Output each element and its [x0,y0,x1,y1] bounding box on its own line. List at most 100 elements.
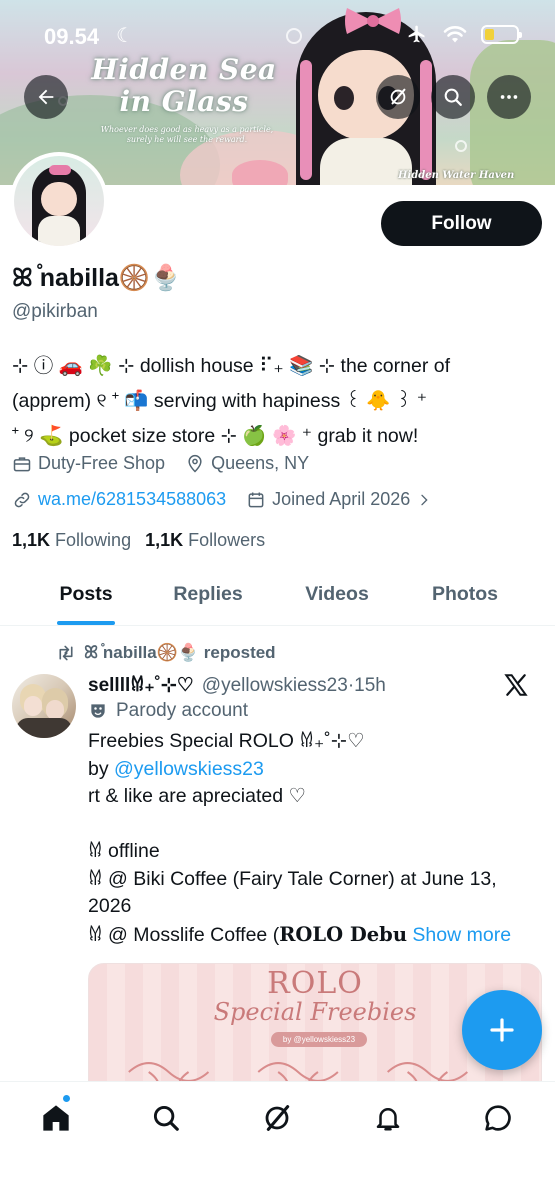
avatar-face [24,696,42,716]
follow-stats: 1,1K Following 1,1K Followers [12,530,265,551]
battery-level [485,28,494,40]
tab-photos[interactable]: Photos [430,570,500,625]
banner-shell [232,160,288,185]
bio-line: (apprem) ୧ ⁺ 📬 serving with hapiness ꒰ 🐥… [12,390,427,412]
avatar-face [46,700,64,720]
post-line-bold: 𝐑𝐎𝐋𝐎 𝐃𝐞𝐛𝐮 [279,922,407,946]
grok-button[interactable] [376,75,420,119]
post-line: rt & like are apreciated ♡ [88,785,306,807]
x-logo-icon [504,674,528,696]
post-author-handle: @yellowskiess23·15h [202,675,386,697]
post-author-name[interactable]: sellll𐀔₊˚⊹♡ [88,671,194,697]
more-horizontal-icon [500,95,518,99]
search-icon [444,88,462,106]
more-button[interactable] [487,75,531,119]
post-line-prefix: by [88,757,115,780]
post-handle-text: @yellowskiess23 [201,675,348,696]
tab-posts[interactable]: Posts [0,570,172,625]
post-time: 15h [354,675,386,696]
profile-website[interactable]: wa.me/6281534588063 [12,489,226,510]
parody-label: Parody account [116,700,249,721]
grok-icon [265,1105,290,1131]
media-credit: by @yellowskiess23 [271,1032,367,1047]
compose-button[interactable] [462,990,542,1070]
profile-handle: @pikirban [12,301,98,322]
status-icons [405,24,522,44]
bio-line: ⊹ ⓘ 🚗 ☘️ ⊹ dollish house ⠏₊ 📚 ⊹ the corn… [12,355,450,377]
banner-character-strand [300,60,312,180]
profile-avatar[interactable] [10,152,108,250]
messages-icon [485,1105,511,1131]
display-name: ꕤ ֯nabilla🛞🍨 [12,264,182,292]
avatar-shirt [16,718,72,738]
airplane-icon [408,25,425,43]
nav-search[interactable] [146,1098,186,1138]
search-icon [153,1105,179,1131]
followers-label: Followers [188,530,266,550]
repost-icon [59,645,73,661]
moon-icon: ☾ [116,23,134,47]
tab-replies[interactable]: Replies [172,570,244,625]
profile-website-link[interactable]: wa.me/6281534588063 [38,489,226,510]
profile-meta-row-2: wa.me/6281534588063 Joined April 2026 [12,489,452,510]
following-count: 1,1K [12,530,51,550]
post-line: by @yellowskiess23 [88,756,538,784]
banner-quote: Whoever does good as heavy as a particle… [100,125,274,144]
post-line: 𐀔 offline [88,840,160,862]
profile-location-label: Queens, NY [211,453,310,473]
followers-count: 1,1K [145,530,184,550]
bubble [455,140,467,152]
chevron-right-icon [421,494,428,505]
post-mention-link[interactable]: @yellowskiess23 [114,758,264,780]
location-pin-icon [188,454,202,473]
bio-line: ⁺ ୨ ⛳ pocket size store ⊹ 🍏 🌸 ⁺ grab it … [12,425,419,447]
profile-tabs: Posts Replies Videos Photos [0,570,555,626]
profile-location: Queens, NY [185,453,309,474]
followers-stat[interactable]: 1,1K Followers [145,530,265,551]
banner-title: Hidden Sea in Glass [84,54,284,118]
nav-notifications[interactable] [368,1098,408,1138]
link-icon [14,492,30,507]
nav-grok[interactable] [257,1098,297,1138]
banner-bow [345,8,401,34]
calendar-icon [248,492,264,507]
media-title: ROLO [267,966,363,1001]
notifications-icon [376,1108,400,1131]
profile-joined[interactable]: Joined April 2026 [246,489,432,510]
avatar-face [41,182,77,216]
banner-title-line1: Hidden Sea [91,53,277,86]
show-more-link[interactable]: Show more [412,924,511,946]
profile-banner[interactable]: Hidden Sea in Glass Whoever does good as… [0,0,555,185]
post-author-avatar[interactable] [12,674,76,738]
profile-category-label: Duty-Free Shop [38,453,166,473]
avatar-body [38,216,80,246]
post-line: 𐀔 @ Mosslife Coffee (𝐑𝐎𝐋𝐎 𝐃𝐞𝐛𝐮 Show more [88,921,538,950]
post-line [88,811,538,839]
banner-title-line2: in Glass [119,85,249,118]
search-button[interactable] [431,75,475,119]
profile-meta-row-1: Duty-Free Shop Queens, NY [12,453,329,474]
banner-character-eye [334,86,354,110]
profile-category: Duty-Free Shop [12,453,165,474]
profile-bio: ⊹ ⓘ 🚗 ☘️ ⊹ dollish house ⠏₊ 📚 ⊹ the corn… [12,349,547,454]
bubble [286,28,302,44]
repost-indicator: ꕤ ֯nabilla🛞🍨 reposted [56,643,276,663]
following-stat[interactable]: 1,1K Following [12,530,131,551]
banner-character-strand [420,60,432,180]
status-time: 09.54 [44,24,100,49]
nav-home[interactable] [36,1098,76,1138]
follow-button[interactable]: Follow [381,201,542,246]
arrow-left-icon [38,89,54,105]
unread-dot [62,1094,71,1103]
bottom-navigation [0,1081,555,1200]
post-line: Freebies Special ROLO 𐀔₊˚⊹♡ [88,730,365,752]
repost-label[interactable]: ꕤ ֯nabilla🛞🍨 reposted [84,643,276,663]
briefcase-icon [13,456,31,471]
banner-brand: Hidden Water Haven [398,170,515,181]
parody-badge: Parody account [88,700,248,722]
plus-icon [490,1018,514,1042]
following-label: Following [55,530,132,550]
back-button[interactable] [24,75,68,119]
nav-messages[interactable] [478,1098,518,1138]
tab-videos[interactable]: Videos [244,570,430,625]
